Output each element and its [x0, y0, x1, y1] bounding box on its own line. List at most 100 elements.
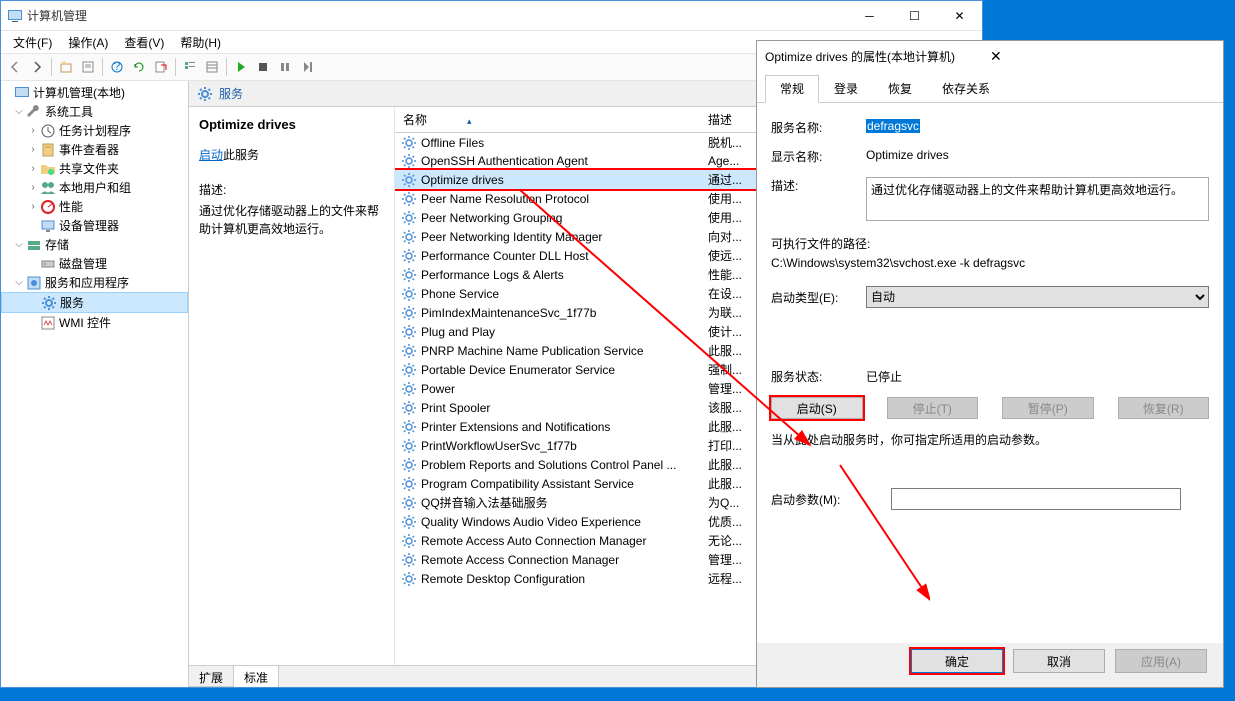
- service-desc: 管理...: [708, 551, 742, 568]
- tree-root[interactable]: 计算机管理(本地): [33, 84, 125, 101]
- svc-name-label: 服务名称:: [771, 119, 866, 136]
- expander-icon[interactable]: ›: [27, 144, 39, 155]
- expander-icon[interactable]: ›: [27, 201, 39, 212]
- tree-panel[interactable]: 计算机管理(本地) ⌵ 系统工具 › 任务计划程序 › 事件查看器 › 共享文件夹 › 本…: [1, 81, 189, 687]
- gear-icon: [401, 514, 417, 530]
- gear-icon: [41, 295, 57, 311]
- forward-button[interactable]: [27, 57, 47, 77]
- service-desc: 远程...: [708, 570, 742, 587]
- desc-label: 描述:: [771, 177, 866, 194]
- service-name: Performance Logs & Alerts: [421, 268, 708, 282]
- pane-title: 服务: [219, 85, 243, 102]
- ok-button[interactable]: 确定: [911, 649, 1003, 673]
- tab-standard[interactable]: 标准: [234, 666, 279, 687]
- up-icon[interactable]: [56, 57, 76, 77]
- tree-item[interactable]: WMI 控件: [59, 314, 111, 331]
- tree-item[interactable]: 本地用户和组: [59, 179, 131, 196]
- col-name[interactable]: 名称▴: [395, 107, 700, 132]
- dialog-close-button[interactable]: ✕: [982, 48, 1215, 65]
- close-button[interactable]: ✕: [937, 2, 982, 30]
- tree-item[interactable]: 性能: [59, 198, 83, 215]
- expander-icon[interactable]: ⌵: [13, 277, 25, 288]
- expander-icon[interactable]: ⌵: [13, 239, 25, 250]
- param-label: 启动参数(M):: [771, 491, 891, 508]
- service-desc: 打印...: [708, 437, 742, 454]
- app-icon: [7, 8, 23, 24]
- service-name: Portable Device Enumerator Service: [421, 363, 708, 377]
- gear-icon: [401, 191, 417, 207]
- gear-icon: [401, 419, 417, 435]
- tab-recovery[interactable]: 恢复: [873, 75, 927, 102]
- menu-help[interactable]: 帮助(H): [172, 31, 229, 53]
- service-desc: 向对...: [708, 228, 742, 245]
- startup-select[interactable]: 自动: [866, 286, 1209, 308]
- tree-item[interactable]: 共享文件夹: [59, 160, 119, 177]
- start-link[interactable]: 启动: [199, 148, 223, 162]
- tree-item[interactable]: 存储: [45, 236, 69, 253]
- menu-file[interactable]: 文件(F): [5, 31, 60, 53]
- service-desc: 使远...: [708, 247, 742, 264]
- back-button[interactable]: [5, 57, 25, 77]
- service-name: QQ拼音输入法基础服务: [421, 494, 708, 511]
- computer-icon: [14, 85, 30, 101]
- service-name: Remote Access Auto Connection Manager: [421, 534, 708, 548]
- maximize-button[interactable]: ☐: [892, 2, 937, 30]
- tab-deps[interactable]: 依存关系: [927, 75, 1005, 102]
- service-desc: 使用...: [708, 209, 742, 226]
- svc-name-value[interactable]: defragsvc: [866, 119, 920, 133]
- properties-icon[interactable]: [78, 57, 98, 77]
- menu-view[interactable]: 查看(V): [116, 31, 172, 53]
- tree-item[interactable]: 设备管理器: [59, 217, 119, 234]
- stop-icon[interactable]: [253, 57, 273, 77]
- gear-icon: [401, 533, 417, 549]
- gear-icon: [401, 135, 417, 151]
- apply-button: 应用(A): [1115, 649, 1207, 673]
- expander-icon[interactable]: ›: [27, 125, 39, 136]
- col-desc[interactable]: 描述: [700, 107, 740, 132]
- restart-icon[interactable]: [297, 57, 317, 77]
- view-list-icon[interactable]: [180, 57, 200, 77]
- service-name: Quality Windows Audio Video Experience: [421, 515, 708, 529]
- expander-icon[interactable]: ⌵: [13, 106, 25, 117]
- tree-item[interactable]: 磁盘管理: [59, 255, 107, 272]
- tree-item[interactable]: 系统工具: [45, 103, 93, 120]
- tree-item[interactable]: 服务和应用程序: [45, 274, 129, 291]
- param-input[interactable]: [891, 488, 1181, 510]
- start-button[interactable]: 启动(S): [771, 397, 863, 419]
- export-icon[interactable]: [151, 57, 171, 77]
- service-name: Remote Access Connection Manager: [421, 553, 708, 567]
- tree-item[interactable]: 事件查看器: [59, 141, 119, 158]
- minimize-button[interactable]: ─: [847, 2, 892, 30]
- expander-icon[interactable]: ›: [27, 163, 39, 174]
- dialog-title: Optimize drives 的属性(本地计算机): [765, 48, 982, 65]
- play-icon[interactable]: [231, 57, 251, 77]
- desc-box[interactable]: 通过优化存储驱动器上的文件来帮助计算机更高效地运行。: [866, 177, 1209, 221]
- pause-icon[interactable]: [275, 57, 295, 77]
- service-desc: 通过...: [708, 171, 742, 188]
- tree-item-services[interactable]: 服务: [1, 292, 188, 313]
- tab-general[interactable]: 常规: [765, 75, 819, 103]
- tab-logon[interactable]: 登录: [819, 75, 873, 102]
- service-desc: 性能...: [708, 266, 742, 283]
- help-icon[interactable]: ?: [107, 57, 127, 77]
- service-desc: 在设...: [708, 285, 742, 302]
- tab-extended[interactable]: 扩展: [189, 666, 234, 687]
- refresh-icon[interactable]: [129, 57, 149, 77]
- service-name: Plug and Play: [421, 325, 708, 339]
- service-desc: 为联...: [708, 304, 742, 321]
- menu-action[interactable]: 操作(A): [60, 31, 116, 53]
- stop-button: 停止(T): [887, 397, 979, 419]
- service-name: Optimize drives: [421, 173, 708, 187]
- desc-label: 描述:: [199, 181, 384, 198]
- service-desc: 管理...: [708, 380, 742, 397]
- cancel-button[interactable]: 取消: [1013, 649, 1105, 673]
- titlebar: 计算机管理 ─ ☐ ✕: [1, 1, 982, 31]
- service-desc: 为Q...: [708, 494, 739, 511]
- view-detail-icon[interactable]: [202, 57, 222, 77]
- expander-icon[interactable]: ›: [27, 182, 39, 193]
- service-desc: Age...: [708, 154, 739, 168]
- startup-label: 启动类型(E):: [771, 289, 866, 306]
- tree-item[interactable]: 任务计划程序: [59, 122, 131, 139]
- service-desc: 此服...: [708, 475, 742, 492]
- wmi-icon: [40, 315, 56, 331]
